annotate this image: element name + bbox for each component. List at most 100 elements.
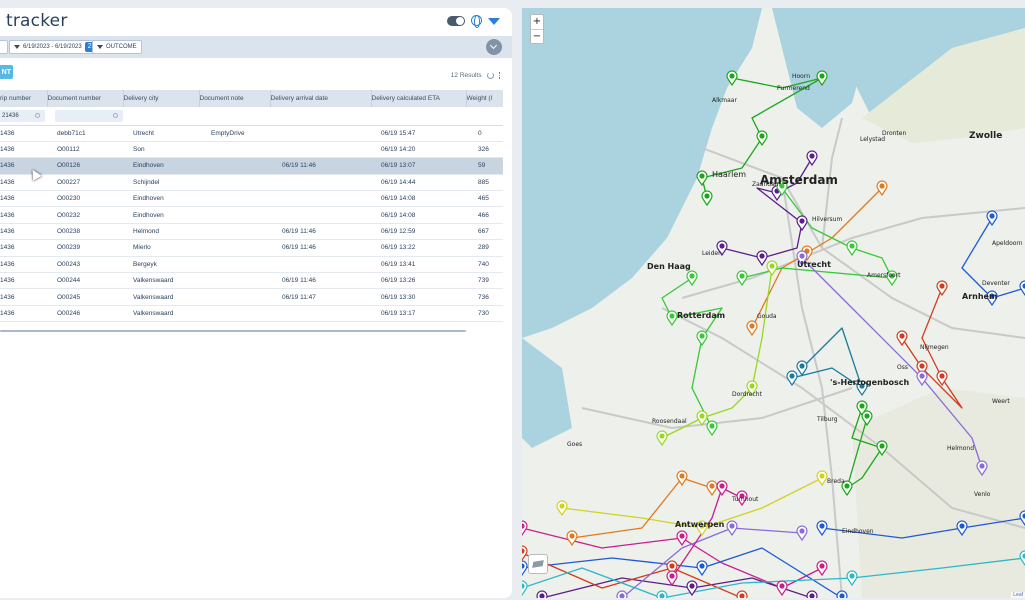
map-place-label: Gouda (757, 313, 777, 320)
table-cell: Eindhoven (123, 157, 199, 175)
column-header[interactable]: Document note (198, 90, 270, 107)
stop-marker-dot (859, 403, 865, 409)
route-line (621, 527, 803, 598)
table-row[interactable]: 1436 O00244 Valkenswaard 06/19 11:46 06/19 1… (0, 272, 503, 290)
action-button[interactable]: NT (0, 65, 13, 79)
map-canvas[interactable] (522, 8, 1025, 598)
stop-marker-dot (879, 183, 885, 189)
map-panel[interactable]: Amsterdam Utrecht Rotterdam Den Haag's-Hert… (522, 8, 1025, 598)
table-cell (270, 190, 371, 208)
stop-marker-dot (939, 283, 945, 289)
stop-marker-dot (709, 423, 715, 429)
toggle-switch[interactable] (447, 15, 465, 26)
stop-marker-dot (719, 243, 725, 249)
route-line (571, 477, 713, 539)
filter-icon[interactable] (488, 18, 500, 25)
table-cell: 06/19 14:08 (371, 206, 466, 224)
table-cell: 1436 (0, 272, 47, 290)
map-place-label: Helmond (947, 445, 974, 452)
map-place-label: Dordrecht (732, 391, 762, 398)
stop-marker-dot (879, 443, 885, 449)
column-header[interactable]: rip number (0, 90, 47, 107)
column-header[interactable]: Delivery city (122, 90, 199, 107)
map-place-label: Roosendaal (652, 418, 687, 425)
table-cell (199, 272, 270, 290)
map-place-label: Dronten (882, 130, 907, 137)
table-cell (199, 157, 270, 175)
stop-marker-dot (669, 563, 675, 569)
table-cell: Mierlo (123, 239, 199, 257)
outcome-chip[interactable]: OUTCOME (92, 40, 142, 54)
document-number-filter-input[interactable] (55, 109, 123, 122)
zoom-out-button[interactable]: − (531, 29, 543, 43)
stop-marker-dot (749, 383, 755, 389)
table-cell: O00245 (47, 288, 123, 306)
stop-marker-dot (559, 503, 565, 509)
table-cell: Utrecht (123, 125, 199, 142)
table-row[interactable]: 1436 debb71c1 Utrecht EmptyDrive 06/19 15:47… (0, 125, 503, 142)
column-header[interactable]: Weight (l (465, 90, 503, 107)
more-options-icon[interactable] (498, 72, 500, 79)
chevron-down-icon (14, 45, 20, 49)
column-header[interactable]: Delivery calculated ETA (370, 90, 466, 107)
layers-icon[interactable] (528, 554, 548, 574)
zoom-in-button[interactable]: + (531, 15, 543, 29)
map-place-label: Eindhoven (842, 528, 874, 535)
stop-marker-dot (959, 523, 965, 529)
table-cell: Eindhoven (123, 190, 199, 208)
table-cell: 06/19 11:46 (270, 272, 371, 290)
stop-marker-dot (689, 583, 695, 589)
map-place-label: Zaandam (752, 181, 781, 188)
table-row[interactable]: 1436 O00112 Son 06/19 14:20 326 (0, 141, 503, 159)
stop-marker-dot (989, 213, 995, 219)
results-bar: 12 Results (451, 72, 500, 79)
expand-filters-button[interactable] (486, 39, 502, 55)
map-place-label: Breda (827, 478, 845, 485)
table-cell: O00238 (47, 223, 123, 241)
table-cell (270, 305, 371, 323)
stop-marker-dot (719, 483, 725, 489)
horizontal-scrollbar[interactable] (0, 330, 466, 332)
refresh-icon[interactable] (486, 72, 494, 79)
table-cell: O00246 (47, 305, 123, 323)
stop-marker-dot (679, 473, 685, 479)
stop-marker-dot (759, 253, 765, 259)
table-cell (199, 288, 270, 306)
table-row[interactable]: 1436 O00230 Eindhoven 06/19 14:08 465 (0, 190, 503, 208)
column-header[interactable]: Delivery arrival date (269, 90, 371, 107)
table-cell (199, 256, 270, 274)
table-row[interactable]: 1436 O00126 Eindhoven 06/19 11:46 06/19 13:0… (0, 157, 503, 175)
table-cell: 730 (466, 305, 503, 323)
map-attribution[interactable]: Leaf (1011, 592, 1025, 598)
stop-marker-dot (739, 273, 745, 279)
stop-marker-dot (729, 523, 735, 529)
table-cell: 739 (466, 272, 503, 290)
globe-icon[interactable] (471, 15, 482, 28)
table-cell: Bergeyk (123, 256, 199, 274)
table-row[interactable]: 1436 O00243 Bergeyk 06/19 13:41 740 (0, 256, 503, 274)
route-line (751, 187, 883, 329)
table-cell (199, 223, 270, 241)
search-icon (35, 112, 40, 118)
table-cell (270, 206, 371, 224)
stop-marker-dot (899, 333, 905, 339)
table-cell: 736 (466, 288, 503, 306)
table-row[interactable]: 1436 O00246 Valkenswaard 06/19 13:17 730 (0, 305, 503, 323)
trip-number-filter-input[interactable]: 21436 (0, 109, 45, 122)
table-row[interactable]: 1436 O00238 Helmond 06/19 11:46 06/19 12:59 6… (0, 223, 503, 241)
table-row[interactable]: 1436 O00245 Valkenswaard 06/19 11:47 06/19 1… (0, 288, 503, 306)
table-cell: Valkenswaard (123, 305, 199, 323)
title-icons (447, 15, 500, 28)
table-row[interactable]: 1436 O00239 Mierlo 06/19 11:46 06/19 13:22 28… (0, 239, 503, 257)
table-row[interactable]: 1436 O00227 Schijndel 06/19 14:44 885 (0, 174, 503, 192)
table-cell: 06/19 13:17 (371, 305, 466, 323)
column-header[interactable]: Document number (46, 90, 123, 107)
table-cell: Eindhoven (123, 206, 199, 224)
map-place-label: Goes (567, 441, 583, 448)
table-row[interactable]: 1436 O00232 Eindhoven 06/19 14:08 466 (0, 206, 503, 224)
date-range-chip[interactable]: 6/19/2023 - 6/19/2023 2 (9, 40, 100, 54)
filter-chip-partial[interactable] (0, 40, 8, 54)
search-icon (113, 112, 118, 118)
map-place-label: Zwolle (969, 131, 1003, 141)
stop-marker-dot (704, 193, 710, 199)
